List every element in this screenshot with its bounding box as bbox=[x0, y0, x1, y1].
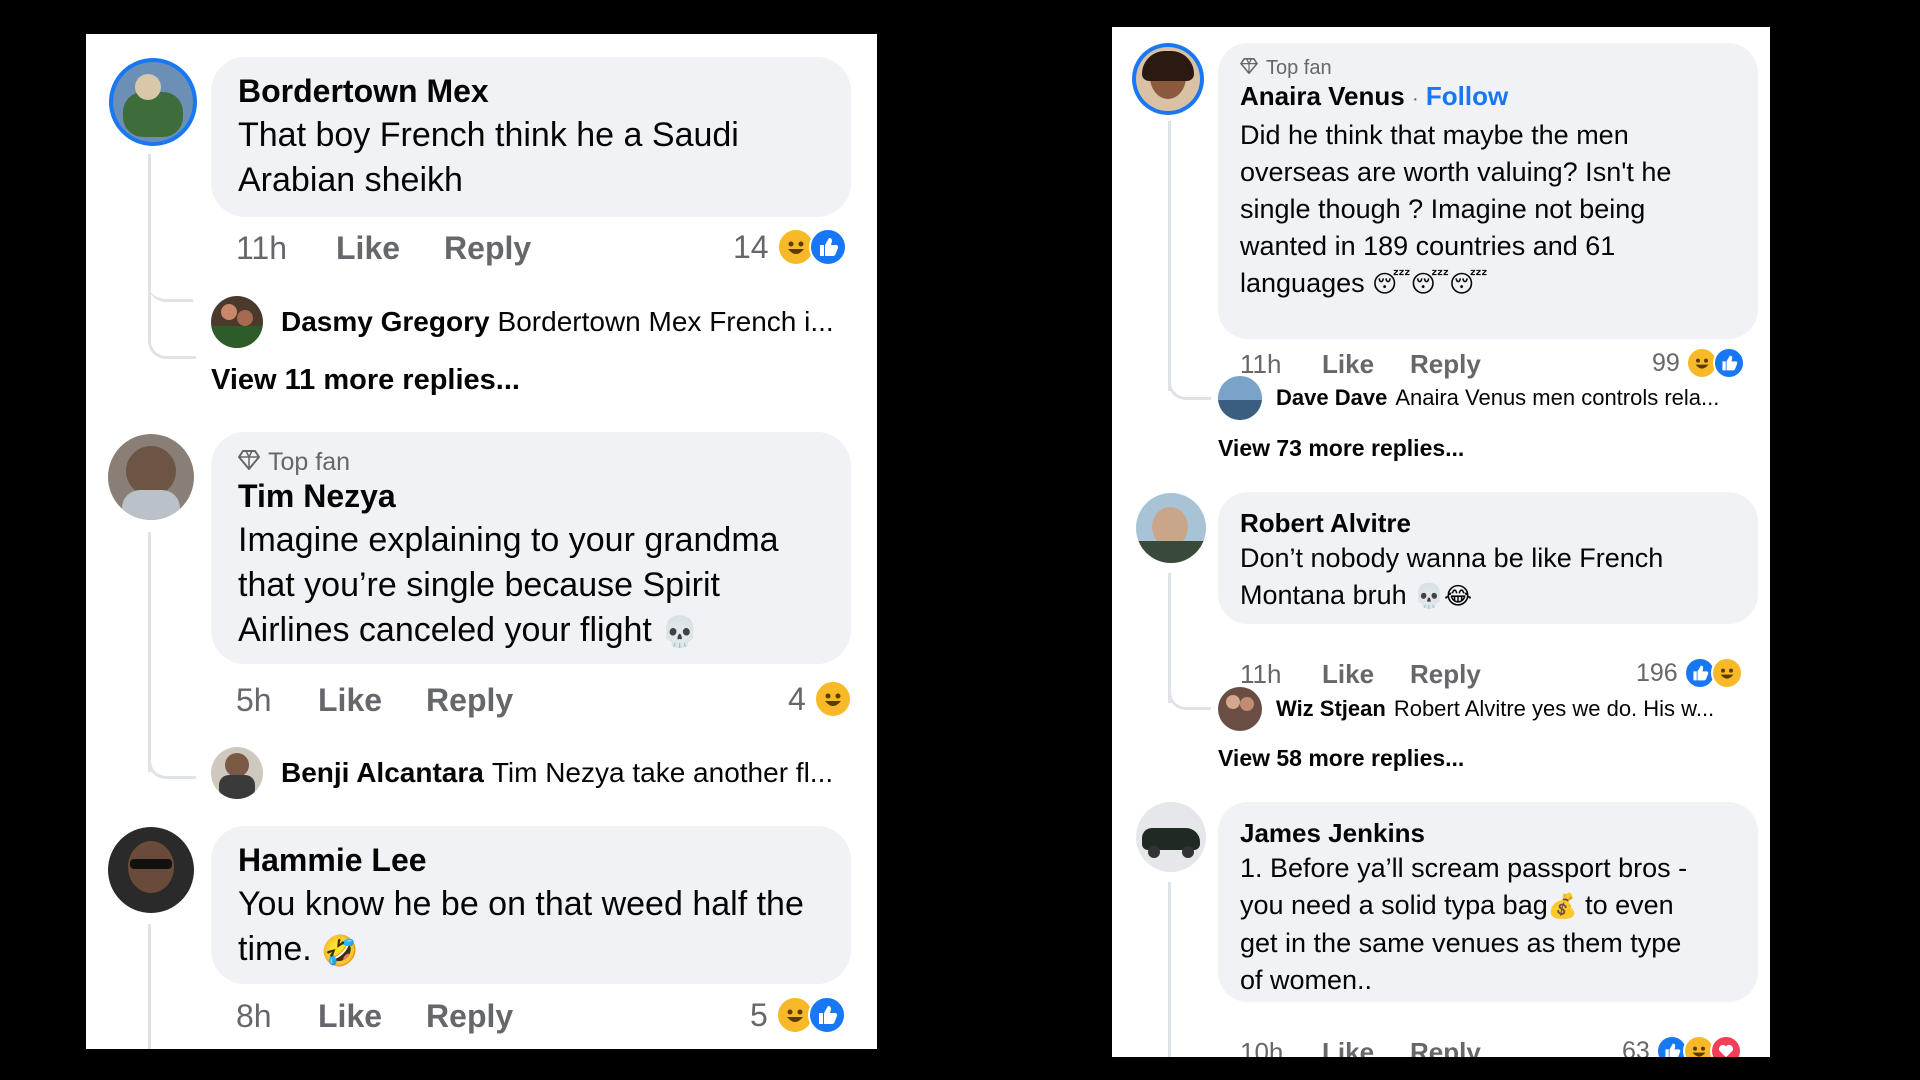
comment-bubble: James Jenkins 1. Before ya’ll scream pas… bbox=[1218, 802, 1758, 1002]
money-bag-emoji: 💰 bbox=[1547, 893, 1578, 921]
comment-time[interactable]: 8h bbox=[236, 998, 318, 1035]
love-reaction-icon bbox=[1709, 1035, 1742, 1057]
left-comments-panel: Bordertown Mex That boy French think he … bbox=[86, 34, 877, 1049]
comment-text-line: you need a solid typa bag bbox=[1240, 890, 1548, 920]
comment-text-line: to even bbox=[1577, 890, 1674, 920]
like-reaction-icon bbox=[807, 996, 846, 1034]
right-comments-panel: Top fan Anaira Venus · Follow Did he thi… bbox=[1112, 27, 1770, 1057]
avatar[interactable] bbox=[108, 827, 194, 913]
comment-time[interactable]: 10h bbox=[1240, 1037, 1322, 1057]
comment-actions: 8h Like Reply bbox=[236, 998, 513, 1035]
reply-button[interactable]: Reply bbox=[1410, 1037, 1481, 1057]
comment-text-line: of women.. bbox=[1240, 965, 1373, 996]
like-button[interactable]: Like bbox=[318, 998, 382, 1035]
comment-text-line: time. bbox=[238, 930, 312, 968]
comment-text-line: You know he be on that weed half the bbox=[238, 885, 804, 923]
comment-text: You know he be on that weed half the tim… bbox=[238, 882, 804, 974]
comment-bubble: Hammie Lee You know he be on that weed h… bbox=[211, 826, 851, 984]
comment-author[interactable]: Hammie Lee bbox=[238, 842, 427, 879]
comment-thread: James Jenkins 1. Before ya’ll scream pas… bbox=[1112, 27, 1770, 1057]
avatar[interactable] bbox=[1136, 802, 1206, 872]
comment-text-line: 1. Before ya’ll scream passport bros - bbox=[1240, 853, 1688, 883]
like-button[interactable]: Like bbox=[1322, 1037, 1374, 1057]
reaction-summary[interactable]: 63 bbox=[1622, 1035, 1742, 1057]
reply-button[interactable]: Reply bbox=[426, 998, 513, 1035]
reaction-summary[interactable]: 5 bbox=[750, 996, 846, 1034]
reaction-count: 63 bbox=[1622, 1036, 1650, 1058]
comment-text: 1. Before ya’ll scream passport bros - y… bbox=[1240, 850, 1687, 999]
reaction-count: 5 bbox=[750, 996, 768, 1033]
comment-author[interactable]: James Jenkins bbox=[1240, 818, 1425, 849]
rofl-emoji: 🤣 bbox=[321, 934, 359, 968]
comment-actions: 10h Like Reply bbox=[1240, 1037, 1481, 1057]
comment-text-line: get in the same venues as them type bbox=[1240, 928, 1682, 959]
comment-thread: Hammie Lee You know he be on that weed h… bbox=[86, 34, 877, 1049]
